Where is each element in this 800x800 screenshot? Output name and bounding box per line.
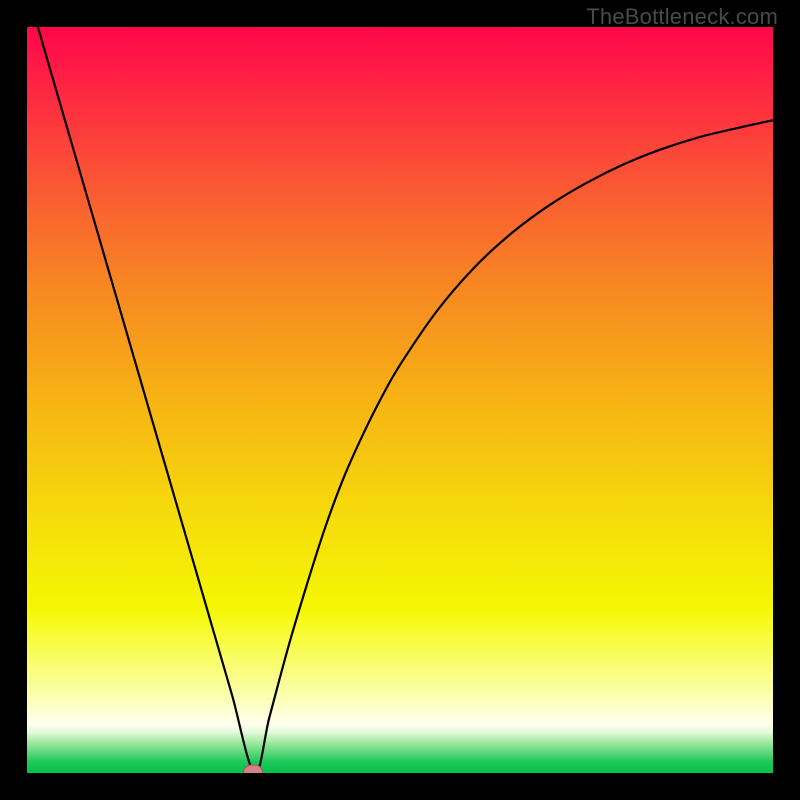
plot-svg <box>27 27 773 773</box>
optimum-marker <box>243 764 263 773</box>
gradient-background <box>27 27 773 773</box>
watermark-text: TheBottleneck.com <box>586 4 778 30</box>
chart-container: TheBottleneck.com <box>0 0 800 800</box>
plot-area <box>27 27 773 773</box>
